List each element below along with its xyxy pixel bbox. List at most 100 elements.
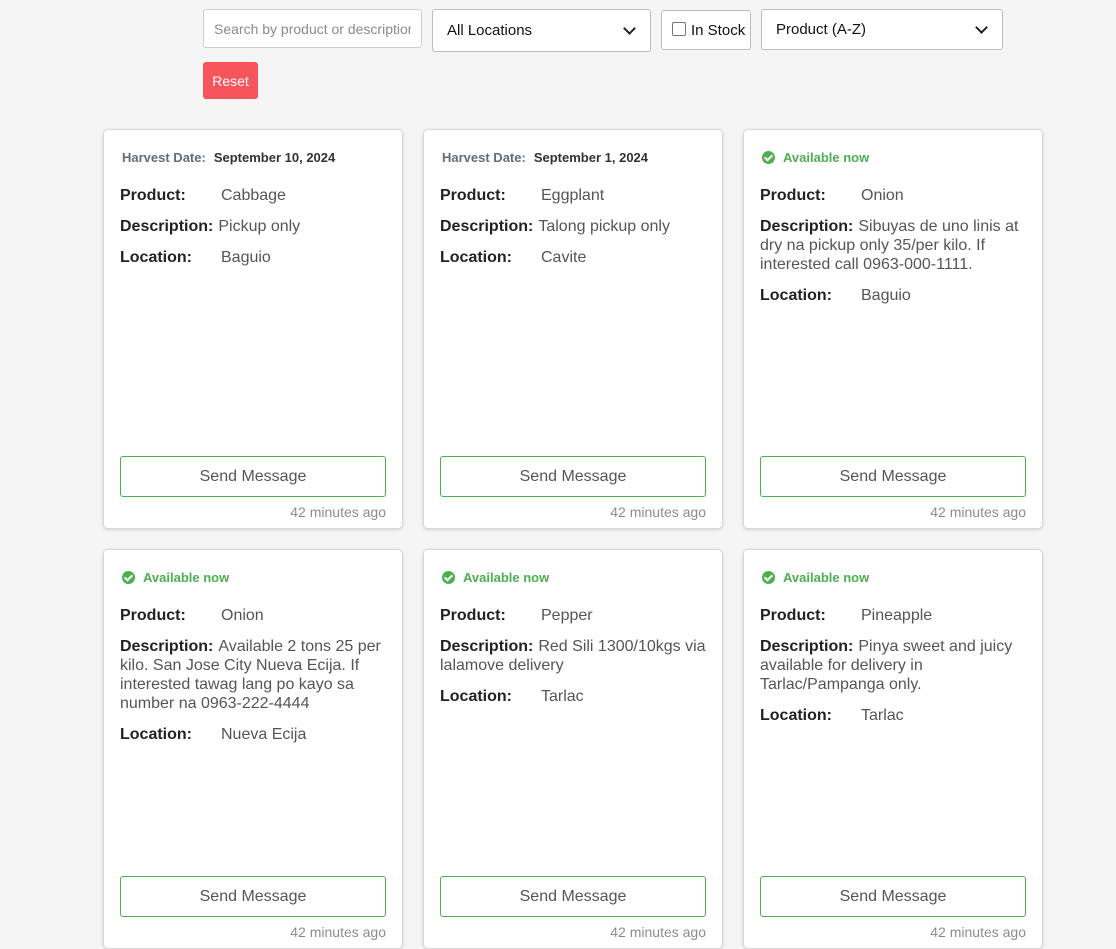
check-circle-icon (762, 571, 775, 584)
location-field: Location: Nueva Ecija (120, 725, 388, 744)
location-label: Location: (760, 287, 832, 304)
product-field: Product: Pepper (440, 606, 708, 625)
sort-select[interactable]: Product (A-Z) (761, 9, 1003, 50)
listing-fields: Product: Pepper Description: Red Sili 1300… (440, 606, 708, 718)
availability-text: Available now (783, 570, 870, 585)
posted-time: 42 minutes ago (610, 504, 706, 520)
product-value: Onion (221, 607, 264, 624)
chevron-down-icon (623, 22, 636, 35)
harvest-date-value: September 10, 2024 (213, 150, 336, 165)
description-label: Description: (760, 218, 854, 235)
location-value: Cavite (541, 249, 587, 266)
listing-fields: Product: Onion Description: Available 2 to… (120, 606, 388, 756)
posted-time: 42 minutes ago (930, 504, 1026, 520)
location-value: Baguio (861, 287, 911, 304)
location-value: Baguio (221, 249, 271, 266)
description-label: Description: (760, 638, 854, 655)
availability-badge: Available now (122, 570, 229, 585)
posted-time: 42 minutes ago (610, 924, 706, 940)
description-field: Description: Talong pickup only (440, 217, 708, 236)
harvest-date-label: Harvest Date: (442, 150, 526, 165)
location-value: Tarlac (861, 707, 904, 724)
description-label: Description: (440, 218, 534, 235)
product-field: Product: Cabbage (120, 186, 388, 205)
location-select[interactable]: All Locations (432, 9, 651, 52)
description-field: Description: Pickup only (120, 217, 388, 236)
availability-badge: Available now (762, 150, 869, 165)
listing-fields: Product: Eggplant Description: Talong pick… (440, 186, 708, 279)
location-field: Location: Cavite (440, 248, 708, 267)
product-value: Pepper (541, 607, 593, 624)
description-field: Description: Red Sili 1300/10kgs via lala… (440, 637, 708, 675)
send-message-button[interactable]: Send Message (120, 876, 386, 917)
posted-time: 42 minutes ago (290, 924, 386, 940)
description-field: Description: Available 2 tons 25 per kilo… (120, 637, 388, 713)
product-value: Cabbage (221, 187, 286, 204)
send-message-button[interactable]: Send Message (440, 456, 706, 497)
product-value: Eggplant (541, 187, 605, 204)
product-label: Product: (120, 607, 186, 624)
harvest-date-value: September 1, 2024 (533, 150, 649, 165)
location-field: Location: Tarlac (760, 706, 1028, 725)
listing-card: Harvest Date: September 10, 2024 Product… (103, 129, 403, 529)
description-label: Description: (120, 218, 214, 235)
availability-text: Available now (143, 570, 230, 585)
check-circle-icon (442, 571, 455, 584)
product-field: Product: Onion (120, 606, 388, 625)
send-message-button[interactable]: Send Message (440, 876, 706, 917)
description-label: Description: (440, 638, 534, 655)
in-stock-toggle[interactable]: In Stock (661, 10, 751, 50)
product-field: Product: Eggplant (440, 186, 708, 205)
product-value: Onion (861, 187, 904, 204)
availability-text: Available now (783, 150, 870, 165)
location-field: Location: Baguio (120, 248, 388, 267)
send-message-button[interactable]: Send Message (760, 876, 1026, 917)
send-message-button[interactable]: Send Message (120, 456, 386, 497)
listing-card: Available now Product: Pineapple Descript… (743, 549, 1043, 949)
check-circle-icon (122, 571, 135, 584)
check-circle-icon (762, 151, 775, 164)
location-select-value: All Locations (447, 22, 533, 39)
listing-card: Harvest Date: September 1, 2024 Product:… (423, 129, 723, 529)
location-value: Nueva Ecija (221, 726, 307, 743)
product-label: Product: (440, 607, 506, 624)
location-value: Tarlac (541, 688, 584, 705)
harvest-date-line: Harvest Date: September 10, 2024 (122, 150, 335, 165)
availability-text: Available now (463, 570, 550, 585)
posted-time: 42 minutes ago (930, 924, 1026, 940)
description-value: Pickup only (218, 218, 301, 235)
location-label: Location: (120, 249, 192, 266)
description-value: Talong pickup only (538, 218, 670, 235)
sort-select-value: Product (A-Z) (776, 21, 867, 38)
search-input[interactable] (203, 9, 422, 48)
send-message-button[interactable]: Send Message (760, 456, 1026, 497)
chevron-down-icon (975, 21, 988, 34)
listing-card: Available now Product: Onion Description:… (743, 129, 1043, 529)
listing-card: Available now Product: Onion Description:… (103, 549, 403, 949)
listing-fields: Product: Pineapple Description: Pinya swee… (760, 606, 1028, 737)
product-label: Product: (120, 187, 186, 204)
in-stock-label: In Stock (691, 21, 746, 39)
reset-button[interactable]: Reset (203, 62, 258, 99)
product-label: Product: (440, 187, 506, 204)
description-field: Description: Pinya sweet and juicy availa… (760, 637, 1028, 694)
location-label: Location: (440, 249, 512, 266)
listing-fields: Product: Onion Description: Sibuyas de uno… (760, 186, 1028, 317)
location-label: Location: (440, 688, 512, 705)
product-field: Product: Onion (760, 186, 1028, 205)
listing-fields: Product: Cabbage Description: Pickup only … (120, 186, 388, 279)
location-field: Location: Tarlac (440, 687, 708, 706)
description-field: Description: Sibuyas de uno linis at dry … (760, 217, 1028, 274)
description-label: Description: (120, 638, 214, 655)
location-label: Location: (760, 707, 832, 724)
listing-card: Available now Product: Pepper Description… (423, 549, 723, 949)
product-label: Product: (760, 607, 826, 624)
harvest-date-label: Harvest Date: (122, 150, 206, 165)
location-field: Location: Baguio (760, 286, 1028, 305)
product-value: Pineapple (861, 607, 933, 624)
in-stock-checkbox[interactable] (672, 22, 686, 36)
harvest-date-line: Harvest Date: September 1, 2024 (442, 150, 648, 165)
product-label: Product: (760, 187, 826, 204)
availability-badge: Available now (762, 570, 869, 585)
availability-badge: Available now (442, 570, 549, 585)
